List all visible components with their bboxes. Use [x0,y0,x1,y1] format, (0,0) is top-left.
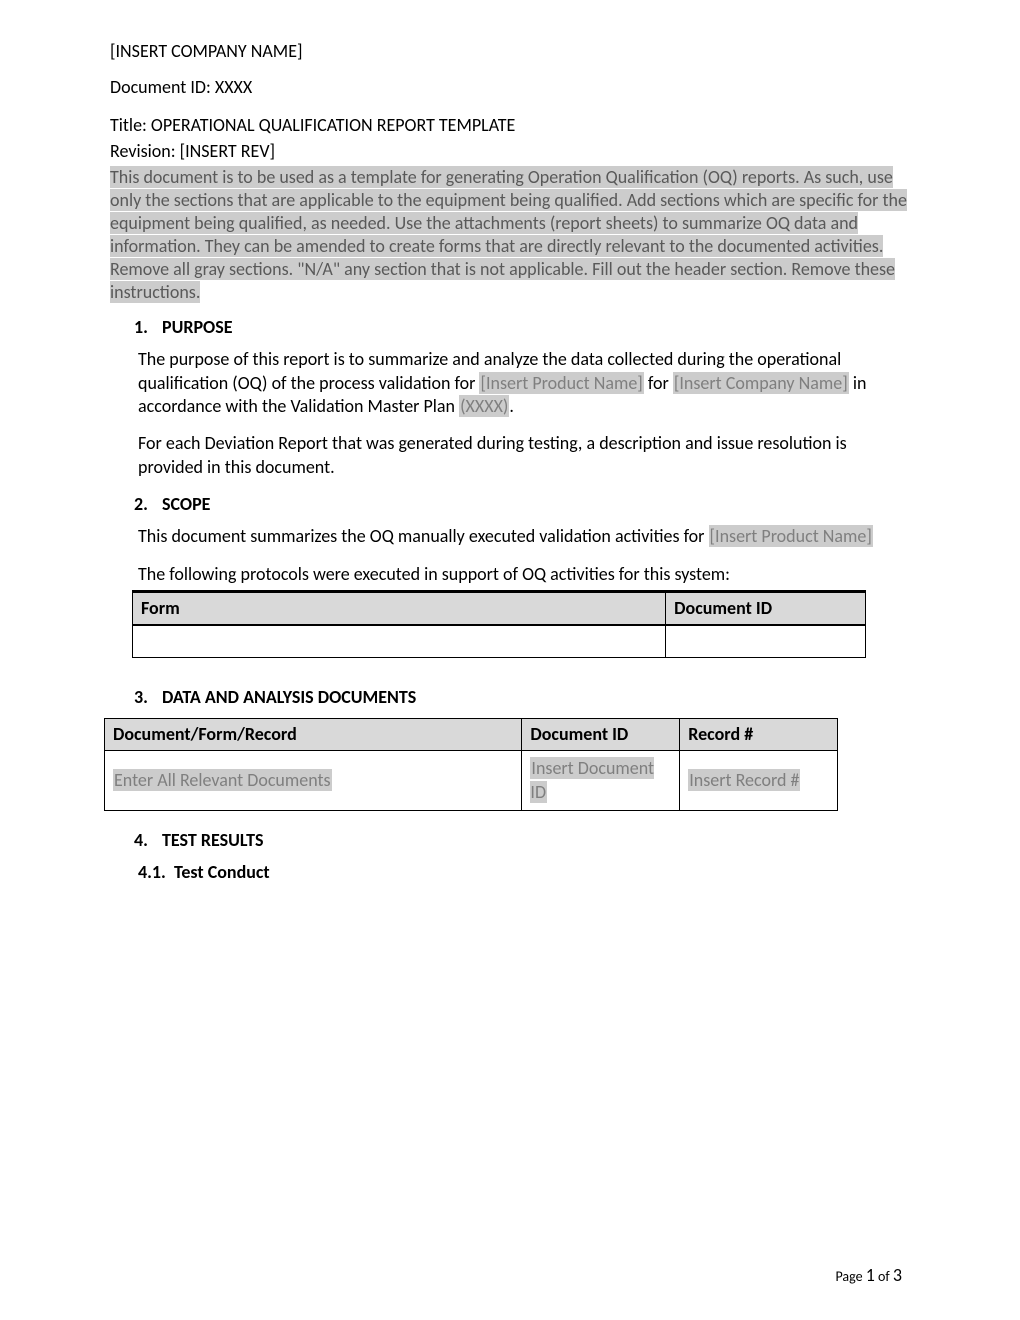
section-1-heading: 1. PURPOSE [134,316,910,338]
section-3-body: Document/Form/Record Document ID Record … [110,718,910,811]
section-3-heading: 3. DATA AND ANALYSIS DOCUMENTS [134,686,910,708]
document-id: Document ID: XXXX [110,76,910,98]
section-title: PURPOSE [162,316,233,338]
cell-form [133,625,666,657]
section-number: 1. [134,316,162,338]
product-placeholder: [Insert Product Name] [709,525,873,547]
footer-of: of [875,1268,893,1285]
section-title: DATA AND ANALYSIS DOCUMENTS [162,686,416,708]
col-document-id: Document ID [666,591,866,625]
section-1-body: The purpose of this report is to summari… [138,348,910,479]
section-title: TEST RESULTS [162,829,263,851]
col-document-id: Document ID [522,718,680,750]
instruction-text: This document is to be used as a templat… [110,166,910,304]
data-analysis-table: Document/Form/Record Document ID Record … [104,718,838,811]
text-span: . [509,395,514,417]
instruction-highlight: This document is to be used as a templat… [110,166,907,303]
col-record-num: Record # [680,718,838,750]
section-number: 3. [134,686,162,708]
cell-doc: Enter All Relevant Documents [105,751,522,811]
subsection-title: Test Conduct [174,861,270,883]
company-placeholder: [Insert Company Name] [673,372,849,394]
cell-record: Insert Record # [680,751,838,811]
section-title: SCOPE [162,493,210,515]
table-header-row: Form Document ID [133,591,866,625]
scope-paragraph-1: This document summarizes the OQ manually… [138,525,910,548]
page-footer: Page 1 of 3 [836,1264,903,1286]
col-document-form-record: Document/Form/Record [105,718,522,750]
protocols-table: Form Document ID [132,590,866,658]
company-name: [INSERT COMPANY NAME] [110,40,910,62]
text-span: for [644,372,673,394]
doc-placeholder: Enter All Relevant Documents [113,769,332,791]
table-header-row: Document/Form/Record Document ID Record … [105,718,838,750]
subsection-number: 4.1. [138,861,166,883]
cell-document-id [666,625,866,657]
section-number: 4. [134,829,162,851]
vmp-placeholder: (XXXX) [459,395,509,417]
section-4-body: 4.1. Test Conduct [138,861,910,884]
cell-doc-id: Insert Document ID [522,751,680,811]
page-number: 1 [866,1264,875,1286]
record-placeholder: Insert Record # [688,769,800,791]
col-form: Form [133,591,666,625]
subsection-4-1: 4.1. Test Conduct [138,861,910,884]
document-page: [INSERT COMPANY NAME] Document ID: XXXX … [0,0,1020,1320]
table-row [133,625,866,657]
section-2-body: This document summarizes the OQ manually… [138,525,910,658]
section-2-heading: 2. SCOPE [134,493,910,515]
footer-prefix: Page [836,1268,866,1285]
total-pages: 3 [893,1264,902,1286]
document-title: Title: OPERATIONAL QUALIFICATION REPORT … [110,114,910,136]
table-row: Enter All Relevant Documents Insert Docu… [105,751,838,811]
revision-line: Revision: [INSERT REV] [110,140,910,162]
section-number: 2. [134,493,162,515]
purpose-paragraph-1: The purpose of this report is to summari… [138,348,910,418]
text-span: This document summarizes the OQ manually… [138,525,709,547]
section-4-heading: 4. TEST RESULTS [134,829,910,851]
scope-paragraph-2: The following protocols were executed in… [138,563,910,586]
purpose-paragraph-2: For each Deviation Report that was gener… [138,432,910,479]
docid-placeholder: Insert Document ID [530,757,654,802]
product-placeholder: [Insert Product Name] [479,372,643,394]
